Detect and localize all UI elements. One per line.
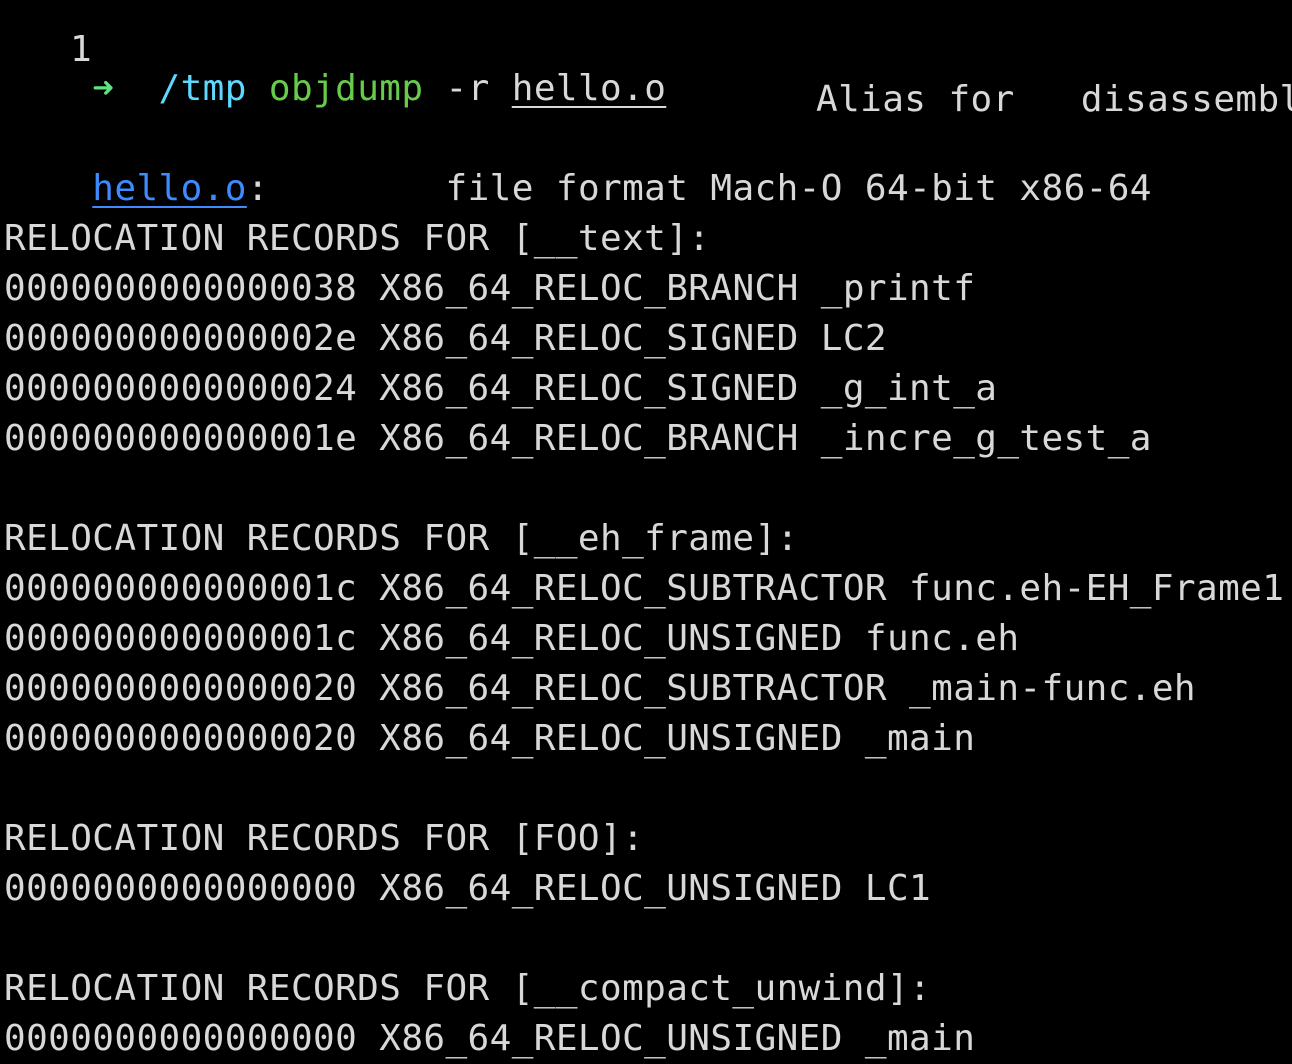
terminal-window[interactable]: 1 Alias for disassembl ➜ /tmp objdump -r… — [0, 0, 1292, 1062]
file-link[interactable]: hello.o — [92, 168, 247, 209]
prompt-arrow-icon: ➜ — [92, 68, 115, 109]
record-type: X86_64_RELOC_UNSIGNED — [379, 618, 843, 659]
relocation-record: 0000000000000020 X86_64_RELOC_SUBTRACTOR… — [4, 664, 1196, 714]
record-offset: 000000000000001c — [4, 618, 358, 659]
file-header-colon: : — [246, 168, 269, 209]
record-symbol: _main-func.eh — [909, 668, 1197, 709]
relocation-record: 0000000000000024 X86_64_RELOC_SIGNED _g_… — [4, 364, 997, 414]
relocation-record: 0000000000000020 X86_64_RELOC_UNSIGNED _… — [4, 714, 975, 764]
record-type: X86_64_RELOC_SUBTRACTOR — [379, 568, 887, 609]
relocation-record: 000000000000001c X86_64_RELOC_SUBTRACTOR… — [4, 564, 1284, 614]
record-offset: 0000000000000000 — [4, 1018, 358, 1059]
record-symbol: LC1 — [864, 868, 932, 909]
record-symbol: func.eh — [864, 618, 1020, 659]
record-symbol: _g_int_a — [820, 368, 998, 409]
record-symbol: LC2 — [820, 318, 887, 359]
file-format: file format Mach-O 64-bit x86-64 — [445, 168, 1152, 209]
record-type: X86_64_RELOC_BRANCH — [379, 418, 799, 459]
relocation-record: 0000000000000038 X86_64_RELOC_BRANCH _pr… — [4, 264, 975, 314]
relocation-record: 000000000000001c X86_64_RELOC_UNSIGNED f… — [4, 614, 1019, 664]
relocation-record: 000000000000002e X86_64_RELOC_SIGNED LC2 — [4, 314, 887, 364]
record-symbol: func.eh-EH_Frame1 — [909, 568, 1285, 609]
record-symbol: _main — [864, 1018, 976, 1059]
record-offset: 0000000000000020 — [4, 668, 358, 709]
record-type: X86_64_RELOC_UNSIGNED — [379, 868, 843, 909]
record-type: X86_64_RELOC_SUBTRACTOR — [379, 668, 887, 709]
record-offset: 0000000000000038 — [4, 268, 358, 309]
relocation-record: 000000000000001e X86_64_RELOC_BRANCH _in… — [4, 414, 1152, 464]
command-flag: -r — [445, 68, 490, 109]
section-title: RELOCATION RECORDS FOR [__eh_frame]: — [4, 518, 799, 559]
record-symbol: _printf — [820, 268, 976, 309]
relocation-record: 0000000000000000 X86_64_RELOC_UNSIGNED L… — [4, 864, 931, 914]
record-offset: 0000000000000020 — [4, 718, 358, 759]
command-name: objdump — [268, 68, 424, 109]
record-offset: 000000000000001e — [4, 418, 358, 459]
section-title: RELOCATION RECORDS FOR [__text]: — [4, 218, 711, 259]
record-type: X86_64_RELOC_BRANCH — [379, 268, 799, 309]
record-offset: 0000000000000024 — [4, 368, 358, 409]
file-header-line: hello.o: file format Mach-O 64-bit x86-6… — [4, 114, 1152, 209]
record-type: X86_64_RELOC_SIGNED — [379, 368, 799, 409]
record-symbol: _incre_g_test_a — [820, 418, 1152, 459]
command-file-argument[interactable]: hello.o — [512, 68, 667, 109]
record-offset: 000000000000002e — [4, 318, 358, 359]
record-type: X86_64_RELOC_SIGNED — [379, 318, 799, 359]
record-type: X86_64_RELOC_UNSIGNED — [379, 718, 843, 759]
relocation-record: 0000000000000000 X86_64_RELOC_UNSIGNED _… — [4, 1014, 975, 1064]
section-title: RELOCATION RECORDS FOR [__compact_unwind… — [4, 968, 932, 1009]
current-directory: /tmp — [158, 68, 247, 109]
record-offset: 0000000000000000 — [4, 868, 358, 909]
record-symbol: _main — [864, 718, 976, 759]
command-prompt-line: ➜ /tmp objdump -r hello.o — [4, 14, 666, 109]
record-type: X86_64_RELOC_UNSIGNED — [379, 1018, 843, 1059]
record-offset: 000000000000001c — [4, 568, 358, 609]
section-title: RELOCATION RECORDS FOR [FOO]: — [4, 818, 645, 859]
